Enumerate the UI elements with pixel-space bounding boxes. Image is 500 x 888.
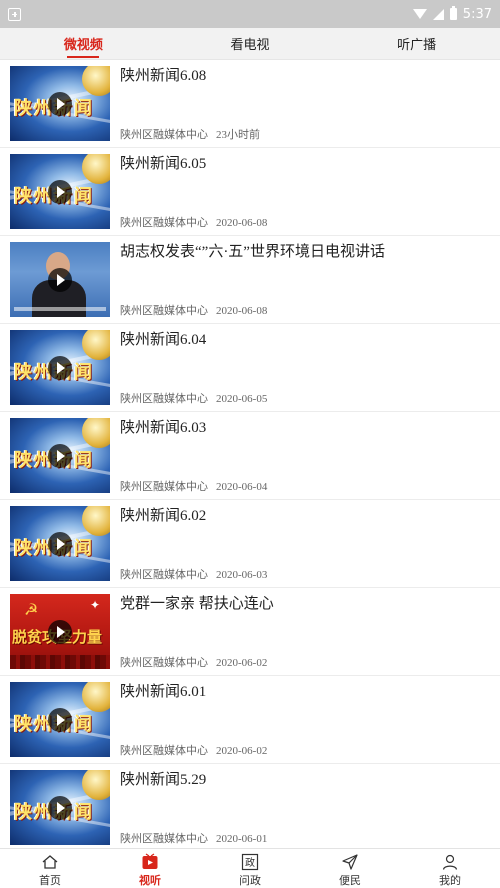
home-icon	[41, 853, 59, 871]
item-source: 陕州区融媒体中心	[120, 569, 208, 581]
dove-icon: ✦	[89, 598, 100, 612]
item-source: 陕州区融媒体中心	[120, 745, 208, 757]
item-title: 陕州新闻6.02	[120, 508, 207, 524]
item-source: 陕州区融媒体中心	[120, 305, 208, 317]
list-item[interactable]: 陕州新闻 陕州新闻6.08 陕州区融媒体中心 23小时前	[0, 60, 500, 148]
bottom-nav: 首页 视听 政 问政 便民 我的	[0, 848, 500, 888]
video-thumbnail[interactable]: 陕州新闻	[10, 770, 110, 845]
nav-politics[interactable]: 政 问政	[200, 849, 300, 888]
play-icon[interactable]	[48, 267, 72, 292]
list-item[interactable]: 陕州新闻 陕州新闻6.04 陕州区融媒体中心 2020-06-05	[0, 324, 500, 412]
item-source: 陕州区融媒体中心	[120, 481, 208, 493]
item-date: 2020-06-04	[216, 481, 268, 493]
play-icon[interactable]	[48, 91, 72, 116]
item-title: 陕州新闻6.08	[120, 68, 207, 84]
list-item[interactable]: 陕州新闻 陕州新闻6.05 陕州区融媒体中心 2020-06-08	[0, 148, 500, 236]
video-thumbnail[interactable]: 陕州新闻	[10, 154, 110, 229]
video-list: 陕州新闻 陕州新闻6.08 陕州区融媒体中心 23小时前 陕州新闻 陕州新闻6.0…	[0, 60, 500, 848]
item-title: 党群一家亲 帮扶心连心	[120, 596, 274, 612]
item-source: 陕州区融媒体中心	[120, 217, 208, 229]
video-thumbnail[interactable]: 陕州新闻	[10, 330, 110, 405]
video-thumbnail[interactable]: 陕州新闻	[10, 506, 110, 581]
svg-text:政: 政	[245, 856, 255, 869]
item-date: 2020-06-02	[216, 745, 268, 757]
tab-listen-radio[interactable]: 听广播	[333, 28, 500, 59]
list-item[interactable]: 胡志权发表“”六·五”世界环境日电视讲话 陕州区融媒体中心 2020-06-08	[0, 236, 500, 324]
status-time: 5:37	[462, 6, 492, 22]
list-item[interactable]: 陕州新闻 陕州新闻6.01 陕州区融媒体中心 2020-06-02	[0, 676, 500, 764]
item-date: 23小时前	[216, 129, 260, 141]
battery-icon	[449, 6, 457, 20]
item-meta: 陕州区融媒体中心 23小时前	[120, 126, 260, 142]
item-meta: 陕州区融媒体中心 2020-06-01	[120, 830, 267, 846]
item-date: 2020-06-01	[216, 833, 268, 845]
play-icon[interactable]	[48, 531, 72, 556]
item-title: 陕州新闻6.03	[120, 420, 207, 436]
item-source: 陕州区融媒体中心	[120, 833, 208, 845]
list-item[interactable]: 陕州新闻 陕州新闻5.29 陕州区融媒体中心 2020-06-01	[0, 764, 500, 848]
party-emblem-icon: ☭	[24, 600, 39, 619]
item-date: 2020-06-03	[216, 569, 268, 581]
video-thumbnail[interactable]	[10, 242, 110, 317]
status-bar: 5:37	[0, 0, 500, 28]
item-meta: 陕州区融媒体中心 2020-06-05	[120, 390, 267, 406]
nav-mine[interactable]: 我的	[400, 849, 500, 888]
play-icon[interactable]	[48, 795, 72, 820]
top-tabs: 微视频 看电视 听广播	[0, 28, 500, 60]
list-item[interactable]: ☭ ✦ 脱贫攻坚力量 党群一家亲 帮扶心连心 陕州区融媒体中心 2020-06-0…	[0, 588, 500, 676]
item-date: 2020-06-08	[216, 305, 268, 317]
nav-audio-video[interactable]: 视听	[100, 849, 200, 888]
send-icon	[341, 853, 359, 871]
item-source: 陕州区融媒体中心	[120, 129, 208, 141]
item-date: 2020-06-02	[216, 657, 268, 669]
item-source: 陕州区融媒体中心	[120, 393, 208, 405]
item-source: 陕州区融媒体中心	[120, 657, 208, 669]
tab-micro-video[interactable]: 微视频	[0, 28, 167, 59]
item-meta: 陕州区融媒体中心 2020-06-03	[120, 566, 267, 582]
item-meta: 陕州区融媒体中心 2020-06-08	[120, 302, 267, 318]
user-icon	[441, 853, 459, 871]
play-icon[interactable]	[48, 443, 72, 468]
wifi-icon	[412, 9, 427, 19]
item-title: 陕州新闻6.05	[120, 156, 207, 172]
video-thumbnail[interactable]: 陕州新闻	[10, 66, 110, 141]
zheng-icon: 政	[241, 853, 259, 871]
item-meta: 陕州区融媒体中心 2020-06-08	[120, 214, 267, 230]
tab-watch-tv[interactable]: 看电视	[167, 28, 334, 59]
list-item[interactable]: 陕州新闻 陕州新闻6.02 陕州区融媒体中心 2020-06-03	[0, 500, 500, 588]
play-icon[interactable]	[48, 179, 72, 204]
item-title: 陕州新闻5.29	[120, 772, 207, 788]
nav-home[interactable]: 首页	[0, 849, 100, 888]
item-title: 陕州新闻6.01	[120, 684, 207, 700]
play-icon[interactable]	[48, 355, 72, 380]
item-meta: 陕州区融媒体中心 2020-06-02	[120, 742, 267, 758]
video-thumbnail[interactable]: 陕州新闻	[10, 418, 110, 493]
play-icon[interactable]	[48, 707, 72, 732]
notification-icon	[8, 7, 21, 21]
list-item[interactable]: 陕州新闻 陕州新闻6.03 陕州区融媒体中心 2020-06-04	[0, 412, 500, 500]
signal-icon	[432, 8, 444, 20]
item-title: 胡志权发表“”六·五”世界环境日电视讲话	[120, 244, 385, 260]
video-thumbnail[interactable]: 陕州新闻	[10, 682, 110, 757]
video-thumbnail[interactable]: ☭ ✦ 脱贫攻坚力量	[10, 594, 110, 669]
nav-convenience[interactable]: 便民	[300, 849, 400, 888]
tv-icon	[141, 853, 159, 871]
play-icon[interactable]	[48, 619, 72, 644]
item-date: 2020-06-05	[216, 393, 268, 405]
item-meta: 陕州区融媒体中心 2020-06-04	[120, 478, 267, 494]
item-date: 2020-06-08	[216, 217, 268, 229]
item-meta: 陕州区融媒体中心 2020-06-02	[120, 654, 267, 670]
item-title: 陕州新闻6.04	[120, 332, 207, 348]
